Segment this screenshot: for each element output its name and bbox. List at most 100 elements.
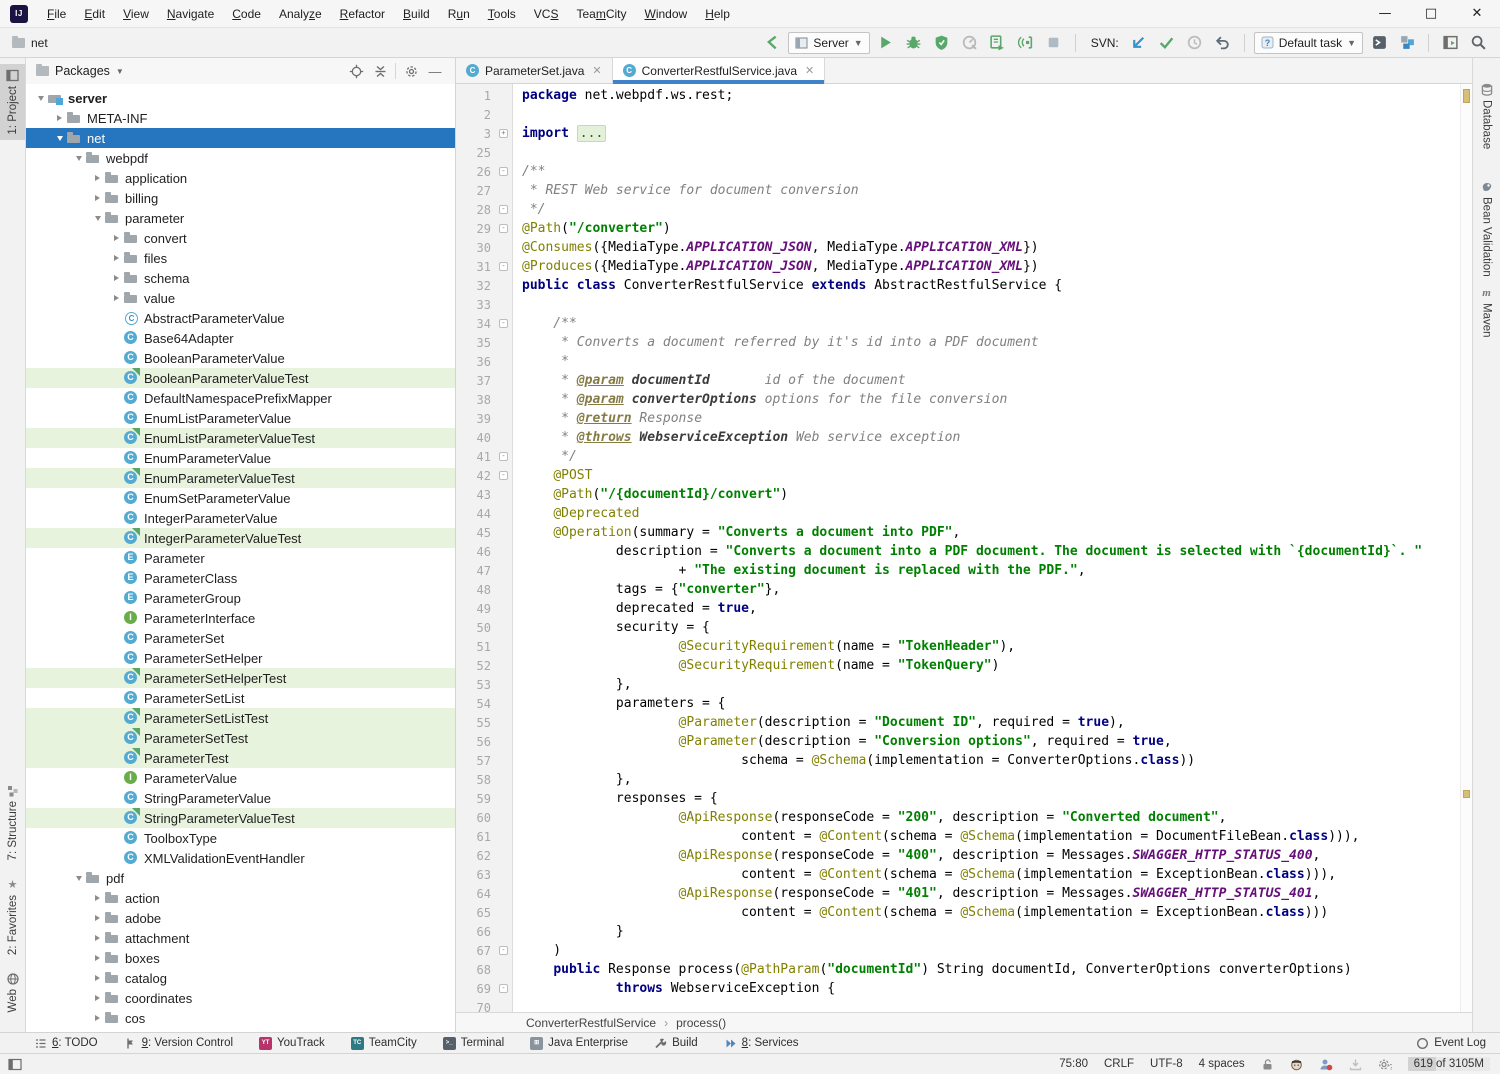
tree-item-ParameterTest[interactable]: ParameterTest	[26, 748, 455, 768]
menu-code[interactable]: Code	[223, 0, 270, 28]
line-number[interactable]: 50	[456, 621, 496, 635]
line-number[interactable]: 36	[456, 355, 496, 369]
code-line-26[interactable]: 26-/**	[456, 162, 1460, 181]
tree-item-IntegerParameterValueTest[interactable]: IntegerParameterValueTest	[26, 528, 455, 548]
line-number[interactable]: 45	[456, 526, 496, 540]
toolwindow-preview-icon[interactable]	[1438, 32, 1462, 54]
tree-item-schema[interactable]: schema	[26, 268, 455, 288]
tree-item-Base64Adapter[interactable]: Base64Adapter	[26, 328, 455, 348]
file-encoding[interactable]: UTF-8	[1150, 1058, 1183, 1070]
toolwindow-button-java-enterprise[interactable]: ⊞Java Enterprise	[530, 1037, 628, 1050]
line-separator[interactable]: CRLF	[1104, 1058, 1134, 1070]
run-with-coverage-button[interactable]	[930, 32, 954, 54]
chevron-right-icon[interactable]	[91, 955, 104, 961]
line-number[interactable]: 42	[456, 469, 496, 483]
code-line-61[interactable]: 61 content = @Content(schema = @Schema(i…	[456, 827, 1460, 846]
lock-icon[interactable]	[1261, 1058, 1274, 1071]
chevron-right-icon[interactable]	[91, 1015, 104, 1021]
breadcrumb[interactable]: net	[31, 36, 48, 50]
toolwindow-button-build[interactable]: Build	[654, 1037, 698, 1050]
chevron-right-icon[interactable]	[110, 295, 123, 301]
menu-analyze[interactable]: Analyze	[270, 0, 331, 28]
line-number[interactable]: 59	[456, 792, 496, 806]
code-line-49[interactable]: 49 deprecated = true,	[456, 599, 1460, 618]
code-line-68[interactable]: 68 public Response process(@PathParam("d…	[456, 960, 1460, 979]
code-line-36[interactable]: 36 *	[456, 352, 1460, 371]
profiler-button[interactable]	[958, 32, 982, 54]
commit-button[interactable]	[1155, 32, 1179, 54]
tree-item-ParameterSetHelperTest[interactable]: ParameterSetHelperTest	[26, 668, 455, 688]
code-line-48[interactable]: 48 tags = {"converter"},	[456, 580, 1460, 599]
menu-edit[interactable]: Edit	[75, 0, 114, 28]
code-line-40[interactable]: 40 * @throws WebserviceException Web ser…	[456, 428, 1460, 447]
rollback-button[interactable]	[1211, 32, 1235, 54]
event-log-button[interactable]: Event Log	[1416, 1037, 1486, 1050]
fold-marker-icon[interactable]: +	[499, 129, 508, 138]
code-line-31[interactable]: 31-@Produces({MediaType.APPLICATION_JSON…	[456, 257, 1460, 276]
line-number[interactable]: 31	[456, 260, 496, 274]
line-number[interactable]: 61	[456, 830, 496, 844]
code-line-39[interactable]: 39 * @return Response	[456, 409, 1460, 428]
toolwindow-button-database[interactable]: Database	[1473, 78, 1500, 154]
line-number[interactable]: 55	[456, 716, 496, 730]
code-line-50[interactable]: 50 security = {	[456, 618, 1460, 637]
chevron-right-icon[interactable]	[91, 195, 104, 201]
tree-item-EnumSetParameterValue[interactable]: EnumSetParameterValue	[26, 488, 455, 508]
line-number[interactable]: 60	[456, 811, 496, 825]
highlighting-level-icon[interactable]	[1290, 1058, 1303, 1071]
tree-item-attachment[interactable]: attachment	[26, 928, 455, 948]
line-number[interactable]: 38	[456, 393, 496, 407]
code-line-32[interactable]: 32public class ConverterRestfulService e…	[456, 276, 1460, 295]
chevron-down-icon[interactable]	[72, 156, 85, 161]
project-structure-icon[interactable]	[1395, 32, 1419, 54]
tree-item-EnumListParameterValueTest[interactable]: EnumListParameterValueTest	[26, 428, 455, 448]
code-line-37[interactable]: 37 * @param documentId id of the documen…	[456, 371, 1460, 390]
tree-item-server[interactable]: server	[26, 88, 455, 108]
line-number[interactable]: 32	[456, 279, 496, 293]
project-view-select[interactable]: Packages ▼	[36, 64, 124, 78]
menu-tools[interactable]: Tools	[479, 0, 525, 28]
chevron-right-icon[interactable]	[110, 235, 123, 241]
tree-item-webpdf[interactable]: webpdf	[26, 148, 455, 168]
code-line-27[interactable]: 27 * REST Web service for document conve…	[456, 181, 1460, 200]
chevron-right-icon[interactable]	[110, 275, 123, 281]
line-number[interactable]: 34	[456, 317, 496, 331]
toolwindow-button-maven[interactable]: m Maven	[1473, 282, 1500, 343]
code-line-66[interactable]: 66 }	[456, 922, 1460, 941]
menu-build[interactable]: Build	[394, 0, 439, 28]
chevron-right-icon[interactable]	[91, 175, 104, 181]
remote-debug-button[interactable]	[1014, 32, 1038, 54]
toolwindow-button-teamcity[interactable]: TCTeamCity	[351, 1037, 417, 1050]
toolwindow-toggle-icon[interactable]	[8, 1058, 22, 1071]
line-number[interactable]: 46	[456, 545, 496, 559]
code-editor[interactable]: 1package net.webpdf.ws.rest;23+import ..…	[456, 84, 1472, 1012]
code-line-43[interactable]: 43 @Path("/{documentId}/convert")	[456, 485, 1460, 504]
code-line-60[interactable]: 60 @ApiResponse(responseCode = "200", de…	[456, 808, 1460, 827]
code-line-64[interactable]: 64 @ApiResponse(responseCode = "401", de…	[456, 884, 1460, 903]
tree-item-value[interactable]: value	[26, 288, 455, 308]
toolwindow-button-6-todo[interactable]: 6: TODO	[34, 1037, 98, 1050]
line-number[interactable]: 70	[456, 1001, 496, 1013]
fold-marker-icon[interactable]: -	[499, 946, 508, 955]
tree-item-cos[interactable]: cos	[26, 1008, 455, 1028]
line-number[interactable]: 56	[456, 735, 496, 749]
tree-item-catalog[interactable]: catalog	[26, 968, 455, 988]
chevron-right-icon[interactable]	[91, 995, 104, 1001]
code-line-29[interactable]: 29-@Path("/converter")	[456, 219, 1460, 238]
tree-item-ParameterSetListTest[interactable]: ParameterSetListTest	[26, 708, 455, 728]
tree-item-ParameterSetTest[interactable]: ParameterSetTest	[26, 728, 455, 748]
chevron-right-icon[interactable]	[91, 895, 104, 901]
close-icon[interactable]: ✕	[805, 64, 814, 77]
code-line-44[interactable]: 44 @Deprecated	[456, 504, 1460, 523]
task-select[interactable]: ? Default task▼	[1254, 32, 1363, 54]
toolwindow-button-youtrack[interactable]: YTYouTrack	[259, 1037, 325, 1050]
stop-button[interactable]	[1042, 32, 1066, 54]
toolwindow-button-9-version-control[interactable]: 9: Version Control	[124, 1037, 233, 1050]
user-status-icon[interactable]	[1319, 1058, 1333, 1071]
line-number[interactable]: 53	[456, 678, 496, 692]
tree-item-XMLValidationEventHandler[interactable]: XMLValidationEventHandler	[26, 848, 455, 868]
line-number[interactable]: 68	[456, 963, 496, 977]
line-number[interactable]: 33	[456, 298, 496, 312]
menu-run[interactable]: Run	[439, 0, 479, 28]
run-button[interactable]	[874, 32, 898, 54]
